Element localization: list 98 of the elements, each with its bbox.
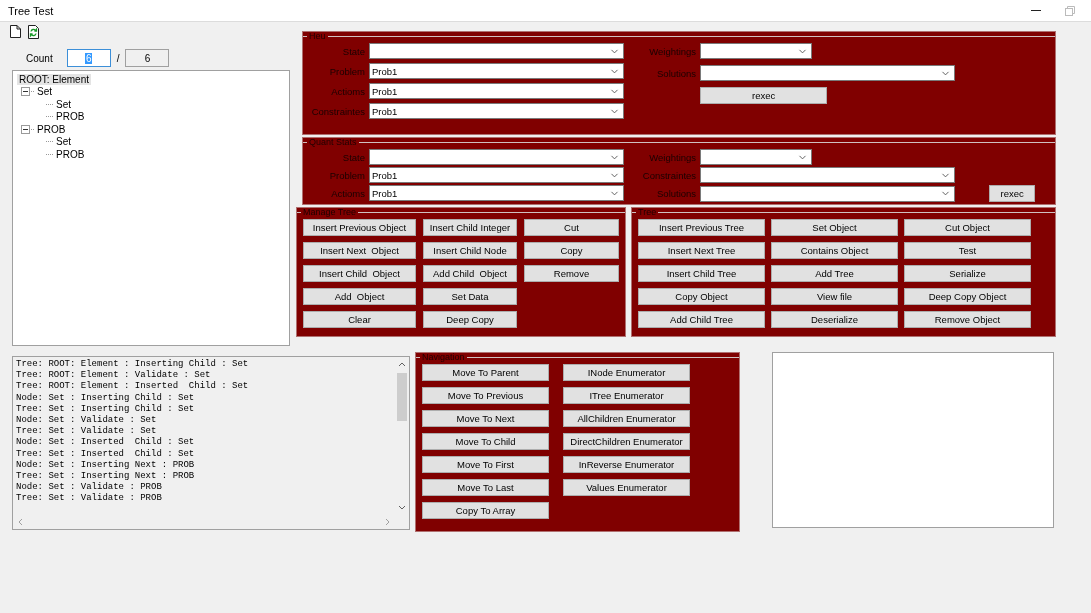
minimize-icon xyxy=(1031,10,1041,11)
log-line: Tree: Set : Validate : Set xyxy=(16,426,158,437)
action-button[interactable]: Remove xyxy=(524,265,619,282)
field-label: Constraintes xyxy=(310,105,365,117)
rexec-button[interactable]: rexec xyxy=(700,87,828,104)
field-label: State xyxy=(341,151,365,163)
action-button[interactable]: Remove Object xyxy=(904,311,1031,328)
log-line: Tree: ROOT: Element : Inserted Child : Set xyxy=(16,381,250,393)
log-line: Node: Set : Inserted Child : Set xyxy=(16,437,196,449)
action-button[interactable]: Contains Object xyxy=(771,242,898,259)
log-line: Node: Set : Inserting Child : Set xyxy=(16,392,196,404)
action-button[interactable]: Insert Child Integer xyxy=(423,219,517,236)
action-button[interactable]: Insert Previous Object xyxy=(303,219,416,236)
action-button[interactable]: Copy xyxy=(524,242,619,259)
action-button[interactable]: InReverse Enumerator xyxy=(563,456,690,473)
action-button[interactable]: Move To Child xyxy=(422,433,549,450)
combo-box[interactable]: Prob1 xyxy=(369,185,624,201)
action-button[interactable]: Insert Next Object xyxy=(303,242,416,259)
group-title: Heu xyxy=(309,32,326,41)
tree-item[interactable]: Set xyxy=(35,86,54,98)
action-button[interactable]: ITree Enumerator xyxy=(563,387,690,404)
action-button[interactable]: Copy Object xyxy=(638,288,765,305)
action-button[interactable]: Cut Object xyxy=(904,219,1031,236)
window-title: Tree Test xyxy=(8,4,55,17)
new-document-button[interactable] xyxy=(10,25,24,40)
action-button[interactable]: Move To Next xyxy=(422,410,549,427)
action-button[interactable]: Copy To Array xyxy=(422,502,549,519)
action-button[interactable]: Add Child Object xyxy=(423,265,517,282)
field-label: Solutions xyxy=(656,67,697,79)
action-button[interactable]: Insert Previous Tree xyxy=(638,219,765,236)
action-button[interactable]: Move To First xyxy=(422,456,549,473)
action-button[interactable]: Test xyxy=(904,242,1031,259)
group-title: Navigation xyxy=(422,353,465,362)
count-label: Count xyxy=(26,52,53,64)
action-button[interactable]: Deserialize xyxy=(771,311,898,328)
action-button[interactable]: Insert Child Tree xyxy=(638,265,765,282)
field-label: Actioms xyxy=(330,85,365,97)
action-button[interactable]: Insert Child Object xyxy=(303,265,416,282)
log-line: Tree: ROOT: Element : Inserting Child : Set xyxy=(16,359,250,370)
tree-item[interactable]: Set xyxy=(54,98,73,110)
separator-text: / xyxy=(116,52,120,64)
tree-item[interactable]: PROB xyxy=(54,148,87,160)
log-line: Node: Set : Inserting Next : PROB xyxy=(16,459,196,471)
group-title: Tree xyxy=(638,208,657,217)
action-button[interactable]: Deep Copy xyxy=(423,311,517,328)
action-button[interactable]: Values Enumerator xyxy=(563,479,690,496)
log-line: Tree: Set : Inserting Next : PROB xyxy=(16,471,196,482)
field-label: Weightings xyxy=(648,45,697,57)
field-label: Actioms xyxy=(330,187,365,199)
tree-item[interactable]: ROOT: Element xyxy=(17,73,92,85)
action-button[interactable]: Set Object xyxy=(771,219,898,236)
field-label: State xyxy=(341,45,365,57)
group-title: Manage Tree xyxy=(303,208,357,217)
total-field: 6 xyxy=(125,49,170,67)
action-button[interactable]: Move To Last xyxy=(422,479,549,496)
log-line: Node: Set : Validate : PROB xyxy=(16,482,163,493)
combo-box[interactable] xyxy=(700,185,956,202)
group-title: Quant Stats xyxy=(309,138,357,147)
action-button[interactable]: Move To Parent xyxy=(422,364,549,381)
action-button[interactable]: Deep Copy Object xyxy=(904,288,1031,305)
field-label: Constraintes xyxy=(641,169,697,181)
refresh-document-icon xyxy=(28,25,39,39)
tree-item[interactable]: PROB xyxy=(54,111,87,123)
field-label: Solutions xyxy=(656,188,697,199)
action-button[interactable]: Insert Next Tree xyxy=(638,242,765,259)
tree-item[interactable]: PROB xyxy=(35,123,68,135)
action-button[interactable]: AllChildren Enumerator xyxy=(563,410,690,427)
action-button[interactable]: View file xyxy=(771,288,898,305)
log-line: Tree: ROOT: Element : Validate : Set xyxy=(16,370,212,381)
action-button[interactable]: Add Child Tree xyxy=(638,311,765,328)
action-button[interactable]: DirectChildren Enumerator xyxy=(563,433,690,450)
refresh-button[interactable] xyxy=(28,25,42,40)
log-line: Tree: Set : Inserted Child : Set xyxy=(16,448,196,460)
rexec-button[interactable]: rexec xyxy=(989,185,1036,202)
log-line: Node: Set : Validate : Set xyxy=(16,415,158,426)
field-label: Problem xyxy=(328,65,365,77)
combo-box[interactable]: Prob1 xyxy=(369,63,624,79)
action-button[interactable]: Clear xyxy=(303,311,416,328)
field-label: Problem xyxy=(328,169,365,181)
combo-box[interactable]: Prob1 xyxy=(369,103,624,119)
log-line: Tree: Set : Validate : PROB xyxy=(16,493,163,505)
restore-icon xyxy=(1065,5,1075,16)
tree-item[interactable]: Set xyxy=(54,136,73,148)
action-button[interactable]: Set Data xyxy=(423,288,517,305)
action-button[interactable]: INode Enumerator xyxy=(563,364,690,381)
action-button[interactable]: Insert Child Node xyxy=(423,242,517,259)
collapse-icon[interactable] xyxy=(21,124,30,134)
document-icon xyxy=(10,25,21,38)
field-label: Weightings xyxy=(648,151,697,163)
log-line: Tree: Set : Inserting Child : Set xyxy=(16,403,196,415)
combo-box[interactable]: Prob1 xyxy=(369,83,624,99)
action-button[interactable]: Cut xyxy=(524,219,619,236)
action-button[interactable]: Move To Previous xyxy=(422,387,549,404)
collapse-icon[interactable] xyxy=(21,87,30,97)
combo-box[interactable]: Prob1 xyxy=(369,167,624,183)
action-button[interactable]: Serialize xyxy=(904,265,1031,282)
action-button[interactable]: Add Tree xyxy=(771,265,898,282)
action-button[interactable]: Add Object xyxy=(303,288,416,305)
